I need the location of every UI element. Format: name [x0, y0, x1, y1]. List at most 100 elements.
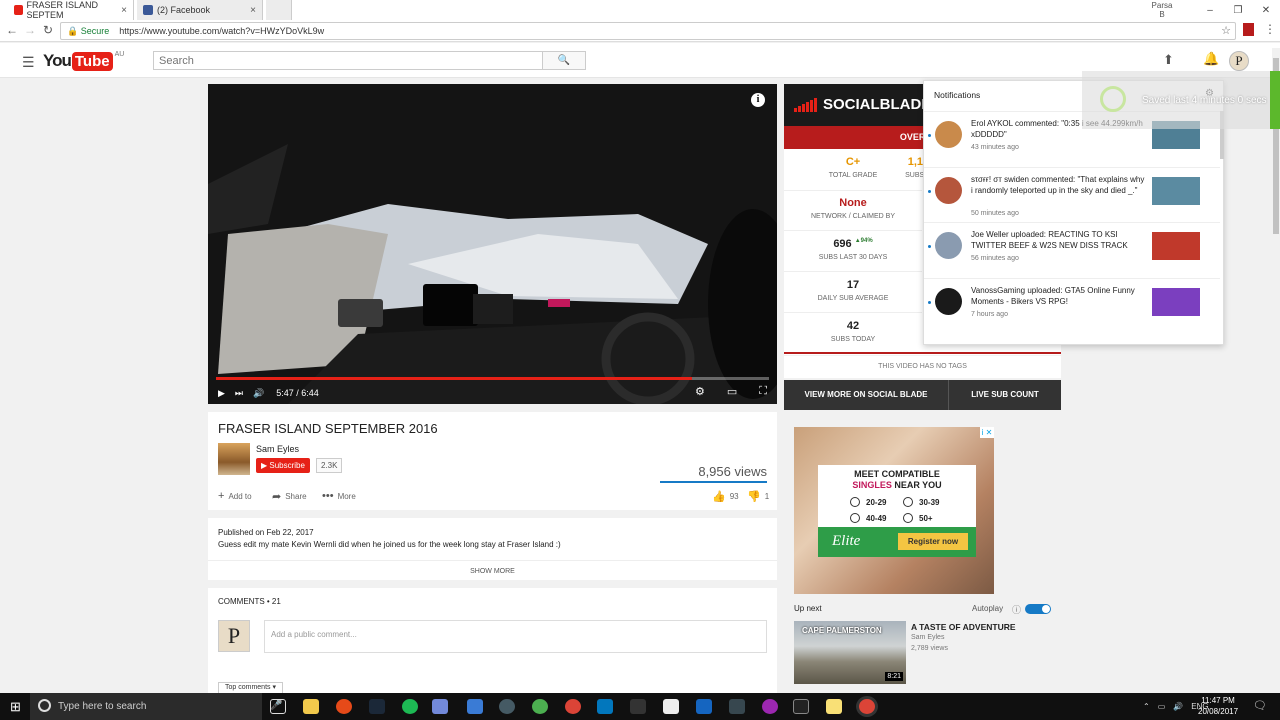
info-icon[interactable]: i: [751, 93, 765, 107]
facebook-favicon-icon: [143, 5, 153, 15]
action-center-icon[interactable]: 🗨: [1253, 699, 1267, 712]
chrome-icon[interactable]: [565, 699, 581, 714]
discord-icon[interactable]: [432, 699, 448, 714]
spotify-icon[interactable]: [402, 699, 418, 714]
app-icon-editor[interactable]: [696, 699, 712, 714]
ad-banner[interactable]: i ✕ MEET COMPATIBLE SINGLES NEAR YOU 20-…: [794, 427, 994, 594]
daily-value: 17: [846, 279, 860, 291]
next-icon[interactable]: ⏭: [235, 388, 243, 399]
search-button[interactable]: 🔍: [542, 51, 586, 70]
play-icon[interactable]: ▶: [218, 388, 225, 399]
notification-thumbnail[interactable]: [1152, 288, 1200, 316]
epic-games-icon[interactable]: [793, 699, 809, 714]
app-icon-green[interactable]: [532, 699, 548, 714]
live-sub-count-button[interactable]: LIVE SUB COUNT: [949, 380, 1061, 410]
taskbar-search[interactable]: Type here to search 🎤: [30, 693, 282, 720]
app-icon-orange[interactable]: [336, 699, 352, 714]
close-tab-icon[interactable]: ×: [121, 5, 127, 16]
up-next-title[interactable]: A TASTE OF ADVENTURE: [911, 622, 1016, 632]
tab-youtube[interactable]: FRASER ISLAND SEPTEM ×: [8, 0, 134, 20]
task-view-icon[interactable]: [270, 699, 286, 714]
volume-icon[interactable]: 🔊: [253, 388, 264, 399]
account-avatar[interactable]: P: [1229, 51, 1249, 71]
subscribe-button[interactable]: ▶ Subscribe: [256, 458, 310, 473]
more-button[interactable]: ••• More: [322, 490, 356, 502]
channel-thumbnail[interactable]: [218, 443, 250, 475]
ad-option-40-49[interactable]: 40-49: [850, 513, 886, 523]
up-next-thumbnail[interactable]: CAPE PALMERSTON 8:21: [794, 621, 906, 684]
volume-tray-icon[interactable]: 🔊: [1173, 702, 1183, 711]
ad-option-30-39[interactable]: 30-39: [903, 497, 939, 507]
ad-choices-icon[interactable]: i ✕: [980, 427, 994, 438]
subs30-value: 696: [833, 238, 852, 250]
search-input[interactable]: [153, 51, 543, 70]
ad-option-50-plus[interactable]: 50+: [903, 513, 933, 523]
network-icon[interactable]: ▭: [1158, 702, 1166, 711]
socialblade-brand: SOCIALBLADE: [823, 96, 932, 113]
ad-register-button[interactable]: Register now: [898, 533, 968, 550]
notification-item[interactable]: Joe Weller uploaded: REACTING TO KSI TWI…: [924, 222, 1220, 277]
channel-name[interactable]: Sam Eyles: [256, 444, 299, 454]
file-explorer-icon[interactable]: [303, 699, 319, 714]
settings-gear-icon[interactable]: ⚙: [695, 385, 705, 398]
app-icon-gray[interactable]: [499, 699, 515, 714]
notifications-bell-icon[interactable]: 🔔: [1203, 51, 1219, 67]
extension-icon[interactable]: [1243, 23, 1254, 36]
tab-facebook[interactable]: (2) Facebook ×: [137, 0, 263, 20]
forward-icon[interactable]: →: [22, 23, 38, 37]
tray-chevron-icon[interactable]: ⌃: [1143, 702, 1150, 711]
windows-start-icon[interactable]: ⊞: [10, 699, 21, 715]
mail-icon[interactable]: [663, 699, 679, 714]
steam-icon[interactable]: [369, 699, 385, 714]
dislike-button[interactable]: 👎 1: [747, 490, 769, 503]
show-more-button[interactable]: SHOW MORE: [208, 560, 777, 575]
menu-kebab-icon[interactable]: ⋮: [1264, 22, 1276, 36]
comment-input[interactable]: Add a public comment...: [264, 620, 767, 653]
unread-dot-icon: [928, 245, 931, 248]
publish-date: Published on Feb 22, 2017: [218, 528, 314, 537]
close-window-icon[interactable]: ✕: [1252, 5, 1280, 16]
chrome-active-icon[interactable]: [859, 699, 875, 714]
view-more-socialblade-button[interactable]: VIEW MORE ON SOCIAL BLADE: [784, 380, 949, 410]
notification-thumbnail[interactable]: [1152, 232, 1200, 260]
share-button[interactable]: ➦ Share: [272, 490, 307, 503]
system-clock[interactable]: 11:47 PM 20/08/2017: [1198, 695, 1238, 717]
url-text[interactable]: https://www.youtube.com/watch?v=HWzYDoVk…: [119, 26, 324, 36]
app-icon-purple[interactable]: [762, 699, 778, 714]
autoplay-toggle[interactable]: [1025, 604, 1051, 614]
ad-option-20-29[interactable]: 20-29: [850, 497, 886, 507]
video-player[interactable]: i ▶ ⏭ 🔊 5:47 / 6:44 ⚙ ▭ ⛶: [208, 84, 777, 404]
autoplay-info-icon[interactable]: ⓘ: [1012, 603, 1021, 616]
notification-avatar: [935, 177, 962, 204]
notification-time: 7 hours ago: [971, 311, 1008, 318]
minimize-icon[interactable]: –: [1196, 5, 1224, 16]
back-icon[interactable]: ←: [4, 23, 20, 37]
profile-name[interactable]: Parsa B: [1148, 1, 1176, 19]
app-icon-blue[interactable]: [467, 699, 483, 714]
upload-icon[interactable]: ⬆: [1163, 52, 1174, 68]
my-avatar: P: [218, 620, 250, 652]
no-tags-notice: THIS VIDEO HAS NO TAGS: [784, 356, 1061, 378]
like-button[interactable]: 👍 93: [712, 490, 739, 503]
notification-item[interactable]: VanossGaming uploaded: GTA5 Online Funny…: [924, 278, 1220, 333]
reload-icon[interactable]: ↻: [40, 23, 56, 37]
clock-time: 11:47 PM: [1201, 696, 1235, 705]
fullscreen-icon[interactable]: ⛶: [759, 385, 767, 398]
youtube-logo[interactable]: You Tube AU: [43, 51, 124, 71]
maximize-icon[interactable]: ❐: [1224, 5, 1252, 16]
new-tab-button[interactable]: [266, 0, 292, 20]
player-controls-right: ⚙ ▭ ⛶: [685, 385, 767, 398]
bookmark-star-icon[interactable]: ☆: [1221, 24, 1231, 37]
hamburger-menu-icon[interactable]: ☰: [22, 54, 35, 71]
app-icon-inkscape[interactable]: [630, 699, 646, 714]
omnibox[interactable]: 🔒 Secure https://www.youtube.com/watch?v…: [60, 22, 1236, 40]
app-icon-dark[interactable]: [729, 699, 745, 714]
socialblade-logo[interactable]: SOCIALBLADE: [794, 96, 931, 113]
app-icon-monitor[interactable]: [597, 699, 613, 714]
notification-thumbnail[interactable]: [1152, 177, 1200, 205]
notification-item[interactable]: sτσғғ! σт swiden commented: "That explai…: [924, 167, 1220, 222]
add-to-button[interactable]: + Add to: [218, 490, 252, 502]
sticky-notes-icon[interactable]: [826, 699, 842, 714]
theater-mode-icon[interactable]: ▭: [727, 385, 737, 398]
close-tab-icon[interactable]: ×: [250, 5, 256, 16]
